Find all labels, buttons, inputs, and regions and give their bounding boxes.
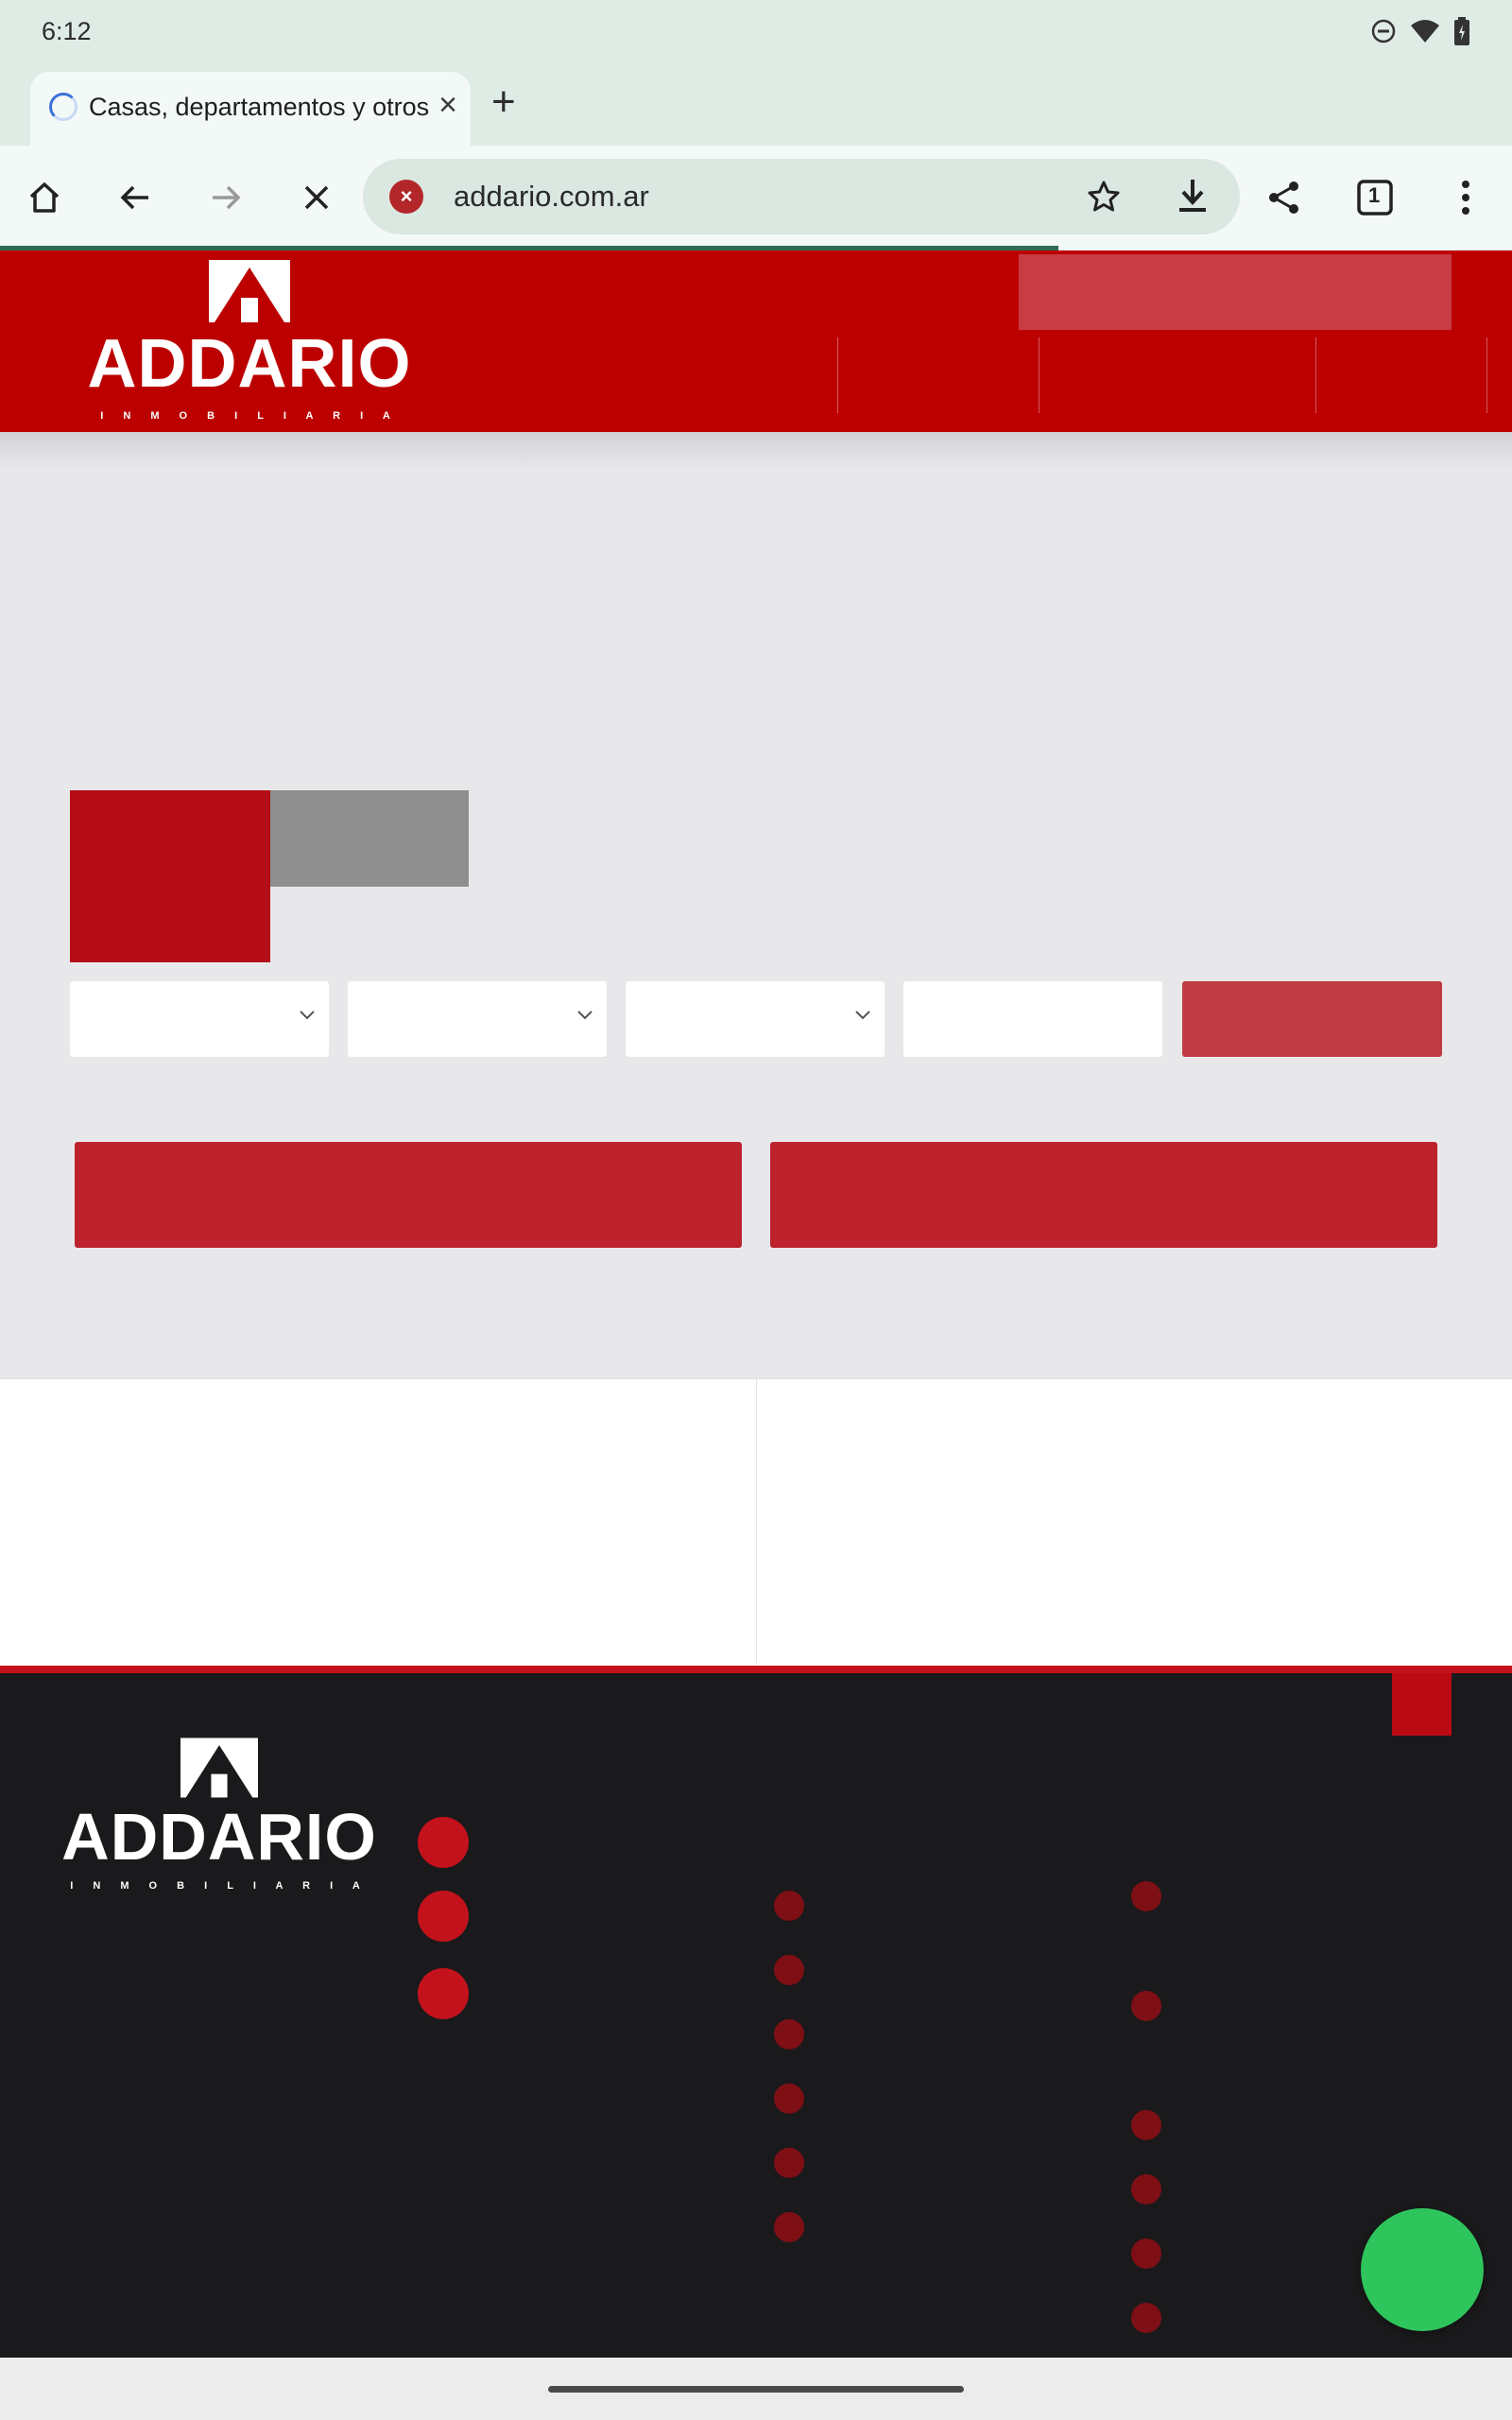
search-tab-active[interactable]: [70, 790, 270, 962]
battery-icon: [1454, 17, 1469, 45]
header-shadow: [0, 432, 1512, 470]
primary-action-button-left[interactable]: [75, 1142, 742, 1248]
download-icon[interactable]: [1174, 176, 1211, 222]
contact-bullet-icon: [418, 1817, 469, 1868]
nav-separator: [1039, 337, 1040, 413]
browser-toolbar: × addario.com.ar 1: [0, 146, 1512, 250]
new-tab-button[interactable]: +: [491, 81, 516, 123]
menu-button[interactable]: [1440, 172, 1491, 223]
tab-title: Casas, departamentos y otros: [89, 93, 430, 121]
status-time: 6:12: [42, 17, 92, 45]
link-bullet-icon: [774, 1891, 804, 1921]
logo-wordmark: ADDARIO: [87, 326, 412, 402]
loading-spinner-icon: [49, 93, 77, 121]
contact-bullet-icon: [418, 1891, 469, 1942]
share-icon: [1269, 182, 1298, 214]
link-bullet-icon: [774, 2019, 804, 2049]
link-bullet-icon: [1131, 1991, 1161, 2021]
share-button[interactable]: [1259, 172, 1310, 223]
logo-subtitle: I N M O B I L I A R I A: [100, 410, 399, 422]
search-button[interactable]: [1182, 981, 1442, 1057]
address-bar[interactable]: × addario.com.ar: [363, 159, 1240, 234]
filter-select-2[interactable]: [348, 981, 607, 1057]
header-logo[interactable]: ADDARIO I N M O B I L I A R I A: [83, 260, 416, 422]
more-vert-icon: [1462, 181, 1469, 215]
tab-count: 1: [1368, 183, 1381, 207]
filter-select-3[interactable]: [626, 981, 885, 1057]
link-bullet-icon: [1131, 2303, 1161, 2333]
primary-action-button-right[interactable]: [770, 1142, 1437, 1248]
back-button[interactable]: [110, 172, 161, 223]
content-section: [0, 1378, 1512, 1666]
house-logo-icon: [209, 260, 290, 322]
link-bullet-icon: [1131, 2238, 1161, 2269]
site-footer: ADDARIO I N M O B I L I A R I A: [0, 1673, 1512, 2358]
link-bullet-icon: [774, 1955, 804, 1985]
search-input[interactable]: [903, 981, 1162, 1057]
chevron-down-icon: [573, 996, 597, 1034]
nav-separator: [837, 337, 838, 413]
house-logo-icon: [180, 1737, 258, 1798]
bookmark-star-icon[interactable]: [1085, 178, 1123, 220]
link-bullet-icon: [1131, 1881, 1161, 1911]
status-icons: [1370, 17, 1470, 45]
logo-wordmark: ADDARIO: [61, 1800, 377, 1874]
status-bar: 6:12: [0, 0, 1512, 68]
back-arrow-icon: [120, 185, 148, 210]
tab-strip: Casas, departamentos y otros × +: [0, 68, 1512, 146]
link-bullet-icon: [774, 2148, 804, 2178]
scroll-top-button[interactable]: [1392, 1673, 1452, 1736]
home-icon: [29, 182, 60, 213]
filter-select-1[interactable]: [70, 981, 329, 1057]
browser-tab[interactable]: Casas, departamentos y otros ×: [30, 72, 471, 146]
system-nav-bar: [0, 2358, 1512, 2420]
chevron-down-icon: [295, 996, 319, 1034]
contact-bullet-icon: [418, 1968, 469, 2019]
forward-button[interactable]: [200, 172, 251, 223]
link-bullet-icon: [1131, 2110, 1161, 2140]
close-icon: [304, 185, 329, 210]
gesture-handle[interactable]: [548, 2386, 964, 2393]
link-bullet-icon: [774, 2083, 804, 2114]
forward-arrow-icon: [213, 185, 241, 210]
logo-subtitle: I N M O B I L I A R I A: [70, 1880, 369, 1892]
nav-separator: [1315, 337, 1316, 413]
link-bullet-icon: [1131, 2174, 1161, 2204]
column-divider: [756, 1379, 757, 1663]
footer-logo[interactable]: ADDARIO I N M O B I L I A R I A: [59, 1737, 380, 1892]
wifi-icon: [1411, 20, 1439, 43]
do-not-disturb-icon: [1371, 19, 1396, 43]
link-bullet-icon: [774, 2212, 804, 2242]
stop-loading-button[interactable]: [291, 172, 342, 223]
header-top-button[interactable]: [1019, 254, 1452, 330]
tab-switcher-button[interactable]: 1: [1349, 172, 1400, 223]
search-tab-inactive[interactable]: [270, 790, 469, 887]
site-header: ADDARIO I N M O B I L I A R I A: [0, 251, 1512, 432]
home-button[interactable]: [19, 172, 70, 223]
close-tab-icon[interactable]: ×: [438, 89, 457, 121]
whatsapp-chat-button[interactable]: [1361, 2208, 1484, 2331]
nav-separator: [1486, 337, 1487, 413]
url-text[interactable]: addario.com.ar: [454, 180, 649, 214]
chevron-down-icon: [850, 996, 875, 1034]
not-secure-icon[interactable]: ×: [389, 180, 423, 214]
footer-top-border: [0, 1666, 1512, 1673]
